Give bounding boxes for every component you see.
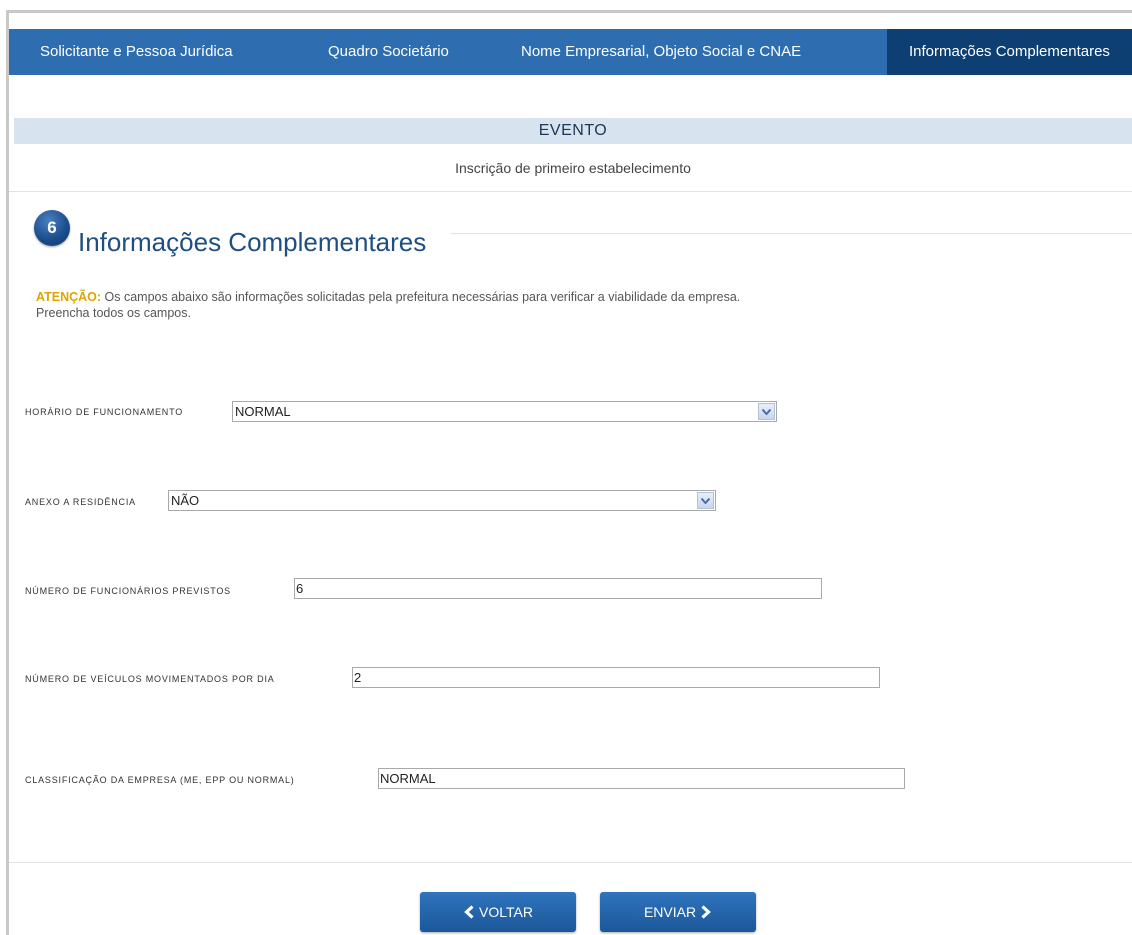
section-title: Informações Complementares [78,227,427,257]
tab-informacoes-complementares[interactable]: Informações Complementares [887,29,1132,75]
chevron-down-icon[interactable] [697,492,714,509]
step-number-badge: 6 [34,210,70,246]
divider [9,191,1132,192]
horario-value: NORMAL [235,404,291,419]
anexo-label: Anexo a residência [25,497,136,507]
chevron-left-icon [463,905,475,919]
back-button-label: VOLTAR [479,904,533,920]
anexo-value: NÃO [171,493,200,508]
funcionarios-label: Número de funcionários previstos [25,586,231,596]
attention-notice: ATENÇÃO: Os campos abaixo são informaçõe… [36,289,1036,321]
tab-quadro-societario[interactable]: Quadro Societário [309,29,502,75]
event-description: Inscrição de primeiro estabelecimento [455,160,691,176]
veiculos-field[interactable]: 2 [352,667,880,688]
chevron-right-icon [700,905,712,919]
veiculos-label: Número de veículos movimentados por dia [25,674,275,684]
event-heading: EVENTO [14,118,1132,144]
attention-instruction: Preencha todos os campos. [36,306,191,320]
attention-label: ATENÇÃO: [36,290,102,304]
chevron-down-icon[interactable] [758,403,775,420]
funcionarios-field[interactable]: 6 [294,578,822,599]
frame-top-border [8,10,1132,13]
send-button-label: ENVIAR [643,904,697,920]
send-button[interactable]: ENVIAR [600,892,756,932]
classificacao-label: Classificação da empresa (ME, EPP ou NOR… [25,775,295,785]
window-top [0,0,1132,10]
attention-text: Os campos abaixo são informações solicit… [101,290,741,304]
tab-solicitante[interactable]: Solicitante e Pessoa Jurídica [9,29,309,75]
classificacao-field[interactable]: NORMAL [378,768,905,789]
horario-select[interactable]: NORMAL [232,401,777,422]
back-button[interactable]: VOLTAR [420,892,576,932]
tab-nome-empresarial[interactable]: Nome Empresarial, Objeto Social e CNAE [502,29,887,75]
divider [450,233,1132,234]
divider [9,862,1132,863]
wizard-tabs: Solicitante e Pessoa Jurídica Quadro Soc… [9,29,1132,75]
frame-left-border [6,10,9,935]
anexo-select[interactable]: NÃO [168,490,716,511]
horario-label: Horário de funcionamento [25,407,184,417]
